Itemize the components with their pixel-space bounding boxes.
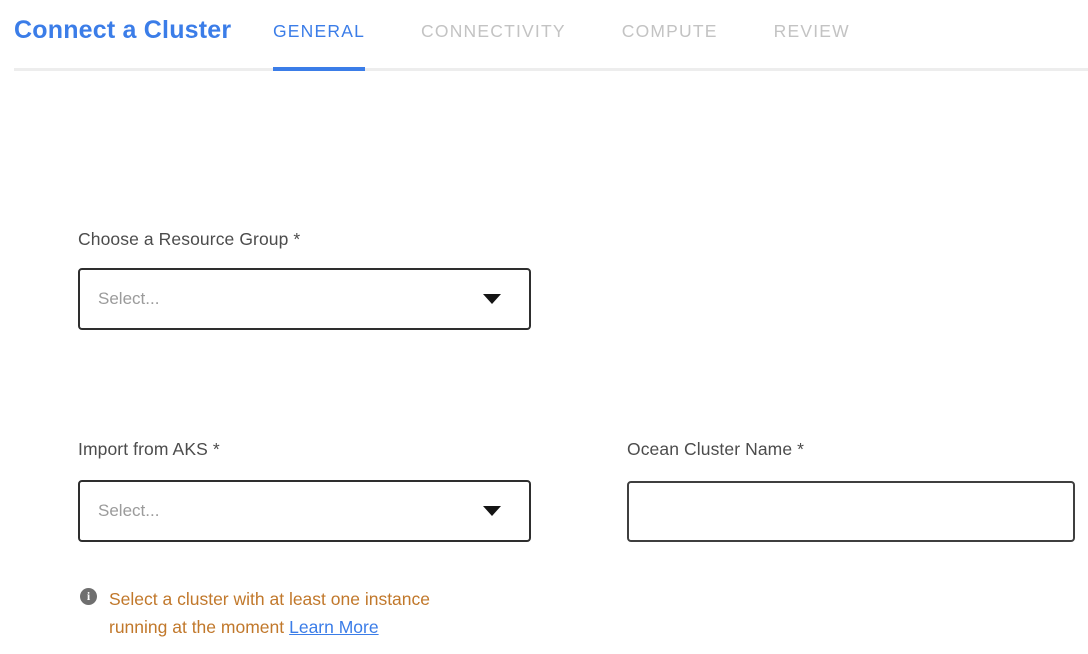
aks-instance-note: i Select a cluster with at least one ins… xyxy=(80,585,480,641)
tab-review[interactable]: REVIEW xyxy=(774,0,850,71)
import-from-aks-label: Import from AKS * xyxy=(78,439,220,460)
resource-group-select-placeholder: Select... xyxy=(98,289,483,309)
tab-compute[interactable]: COMPUTE xyxy=(622,0,718,71)
resource-group-select[interactable]: Select... xyxy=(78,268,531,330)
caret-down-icon xyxy=(483,506,501,516)
resource-group-label: Choose a Resource Group * xyxy=(78,229,300,250)
import-from-aks-select[interactable]: Select... xyxy=(78,480,531,542)
learn-more-link[interactable]: Learn More xyxy=(289,617,379,637)
import-from-aks-select-placeholder: Select... xyxy=(98,501,483,521)
connect-cluster-page: Connect a Cluster GENERAL CONNECTIVITY C… xyxy=(0,0,1088,654)
ocean-cluster-name-label: Ocean Cluster Name * xyxy=(627,439,804,460)
info-icon: i xyxy=(80,588,97,605)
note-message: Select a cluster with at least one insta… xyxy=(109,589,430,637)
tab-connectivity[interactable]: CONNECTIVITY xyxy=(421,0,566,71)
note-text: Select a cluster with at least one insta… xyxy=(109,585,471,641)
tab-general[interactable]: GENERAL xyxy=(273,0,365,71)
caret-down-icon xyxy=(483,294,501,304)
page-title: Connect a Cluster xyxy=(14,16,231,45)
wizard-tabs: GENERAL CONNECTIVITY COMPUTE REVIEW xyxy=(273,0,850,71)
ocean-cluster-name-input[interactable] xyxy=(627,481,1075,542)
